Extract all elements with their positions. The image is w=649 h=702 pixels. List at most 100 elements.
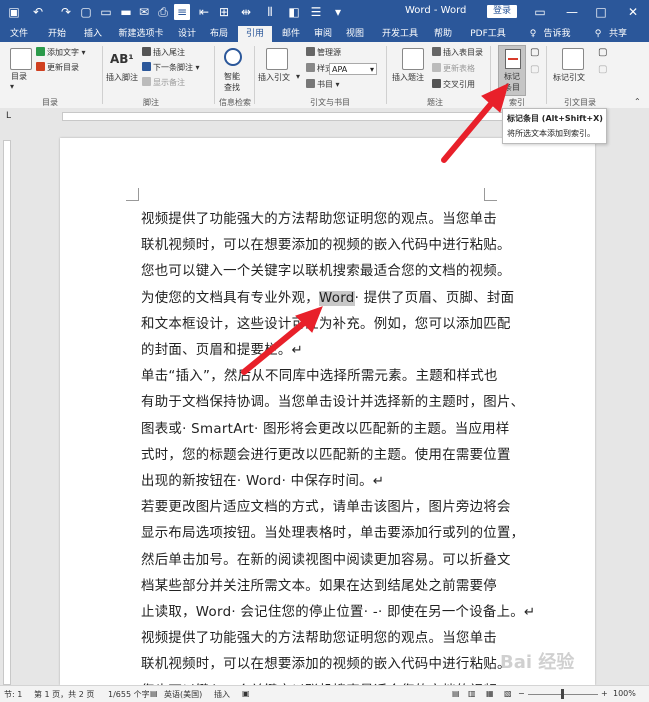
document-line[interactable]: 式时，您的标题会进行更改以匹配新的主题。使用在需要位置 — [141, 443, 511, 463]
page-indicator[interactable]: 第 1 页，共 2 页 — [34, 689, 94, 700]
print-layout-icon[interactable]: ▦ — [486, 689, 494, 698]
restore-icon[interactable]: □ — [592, 3, 610, 21]
insert-citation-button[interactable]: 插入引文 — [258, 72, 290, 83]
update-table-button[interactable]: 更新表格 — [432, 63, 475, 74]
manage-sources-button[interactable]: 管理源 — [306, 47, 341, 58]
web-layout-icon[interactable]: ▧ — [504, 689, 512, 698]
tab-developer[interactable]: 开发工具 — [380, 26, 420, 42]
tab-design[interactable]: 设计 — [174, 26, 200, 42]
new-document-icon[interactable]: ▭ — [98, 4, 114, 20]
insert-toa-icon[interactable]: ▢ — [598, 47, 607, 58]
document-line[interactable]: 视频提供了功能强大的方法帮助您证明您的观点。当您单击 — [141, 207, 497, 227]
document-line[interactable]: 为使您的文档具有专业外观，Word· 提供了页眉、页脚、封面 — [141, 286, 514, 306]
close-icon[interactable]: ✕ — [624, 3, 642, 21]
document-line[interactable]: 然后单击加号。在新的阅读视图中阅读更加容易。可以折叠文 — [141, 548, 511, 568]
tab-view[interactable]: 视图 — [342, 26, 368, 42]
smart-lookup-button[interactable]: 智能 — [224, 71, 240, 82]
page-view-icon[interactable]: ≡ — [174, 4, 190, 20]
update-index-icon[interactable]: ▢ — [530, 64, 539, 75]
document-line[interactable]: 显示布局选项按钮。当处理表格时，单击要添加行或列的位置， — [141, 521, 524, 541]
distribute-icon[interactable]: ⇹ — [238, 4, 254, 20]
read-mode-icon[interactable]: ▥ — [468, 689, 476, 698]
document-line[interactable]: 联机视频时，可以在想要添加的视频的嵌入代码中进行粘贴。 — [141, 233, 511, 253]
vertical-ruler[interactable] — [0, 125, 14, 685]
share-button[interactable]: 共享 — [604, 26, 632, 42]
collapse-ribbon-icon[interactable]: ⌃ — [634, 97, 641, 106]
section-indicator[interactable]: 节: 1 — [4, 689, 22, 700]
zoom-slider-thumb[interactable] — [561, 689, 564, 699]
tab-file[interactable]: 文件 — [6, 26, 32, 42]
print-icon[interactable]: ⎙ — [155, 4, 171, 20]
mark-citation-button[interactable]: 标记引文 — [553, 72, 585, 83]
document-line[interactable]: 有助于文档保持协调。当您单击设计并选择新的主题时，图片、 — [141, 390, 524, 410]
insert-caption-button[interactable]: 插入题注 — [392, 72, 424, 83]
save-icon[interactable]: ▣ — [6, 4, 22, 20]
tell-me-box[interactable]: 告诉我 — [540, 26, 574, 42]
document-line[interactable]: 档某些部分并关注所需文本。如果在达到结尾处之前需要停 — [141, 574, 497, 594]
bibliography-button[interactable]: 书目 ▾ — [306, 79, 340, 90]
redo-icon[interactable]: ↷ — [58, 4, 74, 20]
minimize-icon[interactable]: — — [563, 3, 581, 21]
open-folder-icon[interactable]: ▬ — [118, 4, 134, 20]
update-toa-icon[interactable]: ▢ — [598, 64, 607, 75]
format-icon[interactable]: ◧ — [286, 4, 302, 20]
email-icon[interactable]: ✉ — [136, 4, 152, 20]
document-line[interactable]: 止读取，Word· 会记住您的停止位置· -· 即使在另一个设备上。↵ — [141, 600, 536, 620]
tooltip: 标记条目 (Alt+Shift+X) 将所选文本添加到索引。 — [502, 108, 607, 144]
columns-icon[interactable]: ⫴ — [262, 4, 278, 20]
mark-entry-button[interactable]: 标记 条目 — [498, 45, 526, 96]
document-line[interactable]: 单击“插入”，然后从不同库中选择所需元素。主题和样式也 — [141, 364, 498, 384]
document-line[interactable]: 的封面、页眉和提要栏。↵ — [141, 338, 303, 358]
focus-mode-icon[interactable]: ▤ — [452, 689, 460, 698]
document-page[interactable]: 视频提供了功能强大的方法帮助您证明您的观点。当您单击 联机视频时，可以在想要添加的… — [60, 138, 595, 699]
insert-footnote-button[interactable]: 插入脚注 — [106, 72, 138, 83]
insert-mode[interactable]: 插入 — [214, 689, 230, 700]
zoom-out-button[interactable]: − — [518, 689, 525, 698]
style-select[interactable]: APA ▾ — [329, 63, 377, 75]
zoom-in-button[interactable]: + — [601, 689, 608, 698]
group-label-citations: 引文与书目 — [310, 98, 350, 107]
print-preview-icon[interactable]: ▢ — [78, 4, 94, 20]
insert-table-of-figures-button[interactable]: 插入表目录 — [432, 47, 483, 58]
selected-word[interactable]: Word — [318, 290, 355, 306]
toc-button[interactable]: 目录 — [11, 71, 27, 82]
next-footnote-button[interactable]: 下一条脚注 ▾ — [142, 62, 200, 73]
document-line[interactable]: 和文本框设计，这些设计可互为补充。例如，您可以添加匹配 — [141, 312, 511, 332]
update-toc-button[interactable]: 更新目录 — [36, 62, 79, 73]
document-line[interactable]: 您也可以键入一个关键字以联机搜索最适合您的文档的视频。 — [141, 259, 511, 279]
document-line[interactable]: 若要更改图片适应文档的方式，请单击该图片，图片旁边将会 — [141, 495, 511, 515]
zoom-level[interactable]: 100% — [613, 689, 636, 698]
tab-insert[interactable]: 插入 — [80, 26, 106, 42]
quick-access-more-icon[interactable]: ▾ — [330, 4, 346, 20]
proofing-icon[interactable]: ▤ — [150, 689, 158, 698]
document-line[interactable]: 联机视频时，可以在想要添加的视频的嵌入代码中进行粘贴。 — [141, 652, 511, 672]
show-notes-button[interactable]: 显示备注 — [142, 77, 185, 88]
tab-selector-icon[interactable]: L — [6, 111, 11, 121]
language-indicator[interactable]: 英语(美国) — [164, 689, 202, 700]
tab-pdf-tools[interactable]: PDF工具集 — [466, 26, 510, 55]
ribbon-display-icon[interactable]: ▭ — [531, 3, 549, 21]
table-icon[interactable]: ⊞ — [216, 4, 232, 20]
tab-home[interactable]: 开始 — [44, 26, 70, 42]
tab-help[interactable]: 帮助 — [430, 26, 456, 42]
document-line[interactable]: 出现的新按钮在· Word· 中保存时间。↵ — [141, 469, 384, 489]
tab-new[interactable]: 新建选项卡 — [116, 26, 166, 42]
cross-reference-button[interactable]: 交叉引用 — [432, 79, 475, 90]
spacing-icon[interactable]: ☰ — [308, 4, 324, 20]
tab-mailings[interactable]: 邮件 — [278, 26, 304, 42]
macro-icon[interactable]: ▣ — [242, 689, 250, 698]
tab-review[interactable]: 审阅 — [310, 26, 336, 42]
word-count[interactable]: 1/655 个字 — [108, 689, 150, 700]
document-line[interactable]: 图表或· SmartArt· 图形将会更改以匹配新的主题。当应用样 — [141, 417, 510, 437]
insert-endnote-button[interactable]: 插入尾注 — [142, 47, 185, 58]
insert-index-icon[interactable]: ▢ — [530, 47, 539, 58]
login-button[interactable]: 登录 — [487, 5, 517, 18]
document-line[interactable]: 视频提供了功能强大的方法帮助您证明您的观点。当您单击 — [141, 626, 497, 646]
tab-references[interactable]: 引用 — [238, 26, 272, 42]
align-icon[interactable]: ⇤ — [196, 4, 212, 20]
add-text-button[interactable]: 添加文字 ▾ — [36, 47, 86, 58]
vertical-ruler-strip[interactable] — [3, 140, 11, 685]
undo-icon[interactable]: ↶ — [30, 4, 46, 20]
group-label-toa: 引文目录 — [564, 98, 596, 107]
tab-layout[interactable]: 布局 — [206, 26, 232, 42]
